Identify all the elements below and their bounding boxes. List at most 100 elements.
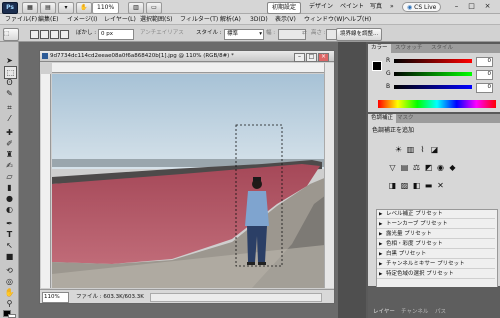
background-color-swatch[interactable] [8, 314, 16, 318]
type-icon[interactable]: T [4, 229, 15, 240]
tab-layers[interactable]: レイヤー [370, 308, 398, 317]
add-selection-icon[interactable] [40, 30, 49, 39]
menu-edit[interactable]: 編集(E) [38, 14, 58, 25]
preset-curves[interactable]: トーンカーブ プリセット [377, 220, 495, 229]
brush-icon[interactable]: ✐ [4, 138, 15, 149]
marquee-preset-icon[interactable]: ⬚ [3, 28, 19, 41]
menu-select[interactable]: 選択範囲(S) [140, 14, 173, 25]
tab-swatches[interactable]: スウォッチ [392, 44, 426, 53]
document-title-bar[interactable]: 9d7734dc114cd2eeae08a0f6a868420b[1].jpg … [40, 51, 334, 62]
swap-icon[interactable]: ⇄ [302, 29, 307, 38]
shape-icon[interactable]: ■ [4, 251, 15, 262]
crop-icon[interactable]: ⌗ [4, 102, 15, 113]
feather-input[interactable]: 0 px [98, 29, 134, 40]
green-value[interactable]: 0 [476, 70, 493, 80]
menu-view[interactable]: 表示(V) [275, 14, 296, 25]
gradient-map-icon[interactable]: ▬ [424, 181, 433, 190]
clone-stamp-icon[interactable]: ♜ [4, 149, 15, 160]
extras-icon[interactable]: ▾ [58, 2, 74, 14]
red-channel-slider[interactable]: R 0 [386, 57, 496, 67]
close-app-button[interactable]: × [483, 2, 492, 11]
lasso-icon[interactable]: ʘ [4, 77, 15, 88]
preset-levels[interactable]: レベル補正 プリセット [377, 210, 495, 219]
levels-icon[interactable]: ▥ [406, 145, 415, 154]
hand-tool-icon[interactable]: ✋ [76, 2, 92, 14]
maximize-button[interactable]: □ [467, 2, 476, 11]
horizontal-scrollbar[interactable] [150, 293, 322, 302]
menu-file[interactable]: ファイル(F) [5, 14, 37, 25]
doc-minimize-button[interactable]: – [294, 53, 305, 62]
hand-icon[interactable]: ✋ [4, 287, 15, 298]
style-select[interactable]: 標準 ▾ [224, 29, 264, 40]
tab-adjustments[interactable]: 色調補正 [368, 114, 397, 123]
tab-channels[interactable]: チャンネル [398, 308, 431, 317]
doc-close-button[interactable]: × [318, 53, 329, 62]
preset-hue-saturation[interactable]: 色相・彩度 プリセット [377, 240, 495, 249]
preset-black-white[interactable]: 白黒 プリセット [377, 250, 495, 259]
red-value[interactable]: 0 [476, 57, 493, 67]
hue-saturation-icon[interactable]: ▤ [400, 163, 409, 172]
preset-channel-mixer[interactable]: チャンネルミキサー プリセット [377, 260, 495, 269]
tab-color[interactable]: カラー [368, 44, 391, 53]
brightness-icon[interactable]: ☀ [394, 145, 403, 154]
quick-select-icon[interactable]: ✎ [4, 88, 15, 99]
intersect-selection-icon[interactable] [60, 30, 69, 39]
pen-icon[interactable]: ✒ [4, 218, 15, 229]
tab-masks[interactable]: マスク [394, 114, 417, 123]
color-spectrum-ramp[interactable] [378, 100, 496, 108]
healing-brush-icon[interactable]: ✚ [4, 127, 15, 138]
dodge-icon[interactable]: ◐ [4, 204, 15, 215]
mini-bridge-icon[interactable]: ▤ [40, 2, 56, 14]
cs-live-button[interactable]: ◉ CS Live [402, 2, 442, 12]
workspace-paint[interactable]: ペイント [336, 2, 368, 12]
move-tool-icon[interactable]: ➤ [4, 55, 15, 66]
preset-exposure[interactable]: 露光量 プリセット [377, 230, 495, 239]
bridge-icon[interactable]: ▦ [22, 2, 38, 14]
workspace-photo[interactable]: 写真 [366, 2, 386, 12]
invert-icon[interactable]: ◨ [388, 181, 397, 190]
posterize-icon[interactable]: ▨ [400, 181, 409, 190]
menu-help[interactable]: ヘルプ(H) [344, 14, 371, 25]
menu-analysis[interactable]: 解析(A) [220, 14, 241, 25]
green-channel-slider[interactable]: G 0 [386, 70, 496, 80]
more-workspaces[interactable]: » [386, 2, 398, 12]
tab-paths[interactable]: パス [432, 308, 449, 317]
blue-value[interactable]: 0 [476, 83, 493, 93]
image-canvas[interactable] [52, 74, 334, 288]
preset-selective-color[interactable]: 特定色域の選択 プリセット [377, 270, 495, 279]
history-brush-icon[interactable]: ✍ [4, 160, 15, 171]
menu-layer[interactable]: レイヤー(L) [104, 14, 136, 25]
menu-window[interactable]: ウィンドウ(W) [304, 14, 345, 25]
zoom-level-dropdown[interactable]: 110% [92, 2, 120, 14]
gradient-icon[interactable]: ▮ [4, 182, 15, 193]
vertical-scrollbar[interactable] [324, 63, 334, 288]
zoom-field[interactable]: 110% [42, 292, 69, 303]
menu-3d[interactable]: 3D(D) [250, 14, 268, 25]
vibrance-icon[interactable]: ▽ [388, 163, 397, 172]
blue-channel-slider[interactable]: B 0 [386, 83, 496, 93]
color-balance-icon[interactable]: ⚖ [412, 163, 421, 172]
workspace-essentials[interactable]: 初期設定 [267, 2, 302, 14]
eyedropper-icon[interactable]: ⁄ [4, 113, 15, 124]
subtract-selection-icon[interactable] [50, 30, 59, 39]
menu-filter[interactable]: フィルター(T) [180, 14, 218, 25]
screen-mode-icon[interactable]: ▭ [146, 2, 162, 14]
minimize-button[interactable]: – [452, 2, 461, 11]
threshold-icon[interactable]: ◧ [412, 181, 421, 190]
foreground-color-box[interactable] [372, 61, 382, 71]
black-white-icon[interactable]: ◩ [424, 163, 433, 172]
photo-filter-icon[interactable]: ◉ [436, 163, 445, 172]
3d-camera-icon[interactable]: ◎ [4, 276, 15, 287]
curves-icon[interactable]: ⌇ [418, 145, 427, 154]
eraser-icon[interactable]: ▱ [4, 171, 15, 182]
new-selection-icon[interactable] [30, 30, 39, 39]
blur-icon[interactable]: ● [4, 193, 15, 204]
exposure-icon[interactable]: ◪ [430, 145, 439, 154]
antialias-checkbox[interactable]: アンチエイリアス [140, 29, 184, 38]
selective-color-icon[interactable]: ✕ [436, 181, 445, 190]
zoom-icon[interactable]: ⚲ [4, 298, 15, 309]
channel-mixer-icon[interactable]: ◆ [448, 163, 457, 172]
refine-edge-button[interactable]: 境界線を調整... [336, 28, 383, 41]
menu-image[interactable]: イメージ(I) [67, 14, 97, 25]
doc-maximize-button[interactable]: □ [306, 53, 317, 62]
